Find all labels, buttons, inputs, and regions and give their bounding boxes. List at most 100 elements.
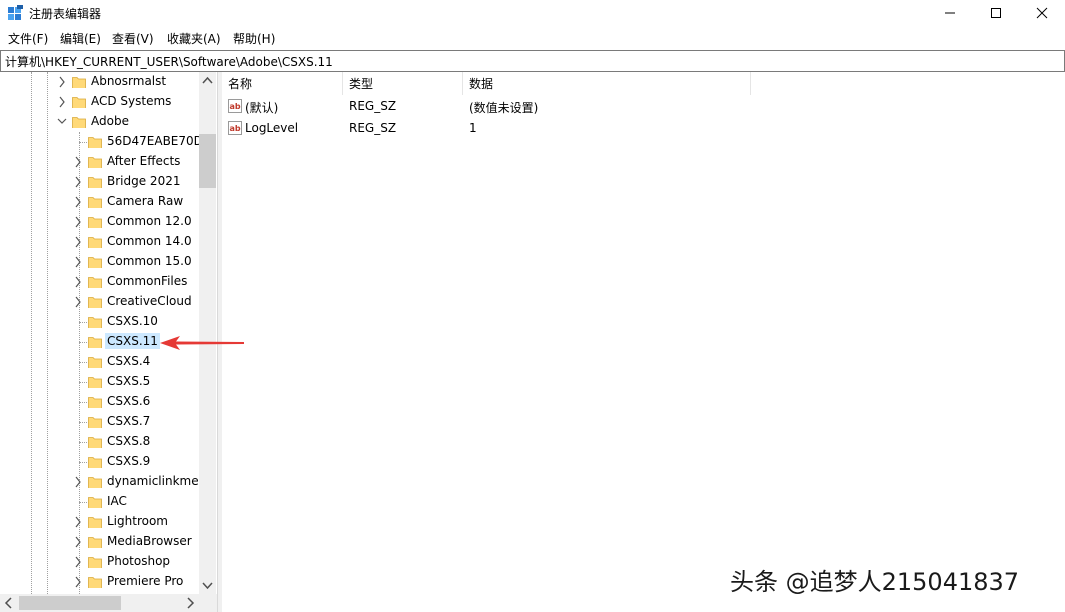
tree-item[interactable]: Camera Raw xyxy=(0,192,200,212)
tree-item-label: Common 14.0 xyxy=(107,234,192,248)
chevron-right-icon[interactable] xyxy=(73,512,83,532)
chevron-right-icon[interactable] xyxy=(73,212,83,232)
tree-item-label: Camera Raw xyxy=(107,194,184,208)
scroll-down-icon[interactable] xyxy=(199,577,216,594)
tree-item[interactable]: After Effects xyxy=(0,152,200,172)
column-header-name-label: 名称 xyxy=(228,77,253,91)
tree-item[interactable]: CommonFiles xyxy=(0,272,200,292)
tree-item-label: 56D47EABE70D xyxy=(107,134,203,148)
tree-item-label: CSXS.6 xyxy=(107,394,151,408)
scroll-left-icon[interactable] xyxy=(0,594,17,612)
tree-item-label: dynamiclinkmec xyxy=(107,474,206,488)
tree-item[interactable]: CSXS.8 xyxy=(0,432,200,452)
tree-item[interactable]: CSXS.4 xyxy=(0,352,200,372)
folder-icon xyxy=(88,557,102,568)
column-header-type-label: 类型 xyxy=(349,77,374,91)
folder-icon xyxy=(88,417,102,428)
chevron-right-icon[interactable] xyxy=(73,152,83,172)
chevron-right-icon[interactable] xyxy=(73,172,83,192)
tree-item-label: CSXS.10 xyxy=(107,314,158,328)
tree-item-label: Adobe xyxy=(91,114,129,128)
tree-item[interactable]: Common 12.0 xyxy=(0,212,200,232)
string-value-icon: ab xyxy=(228,99,242,113)
menu-view[interactable]: 查看(V) xyxy=(112,30,154,47)
table-row[interactable]: ab LogLevel REG_SZ 1 xyxy=(222,118,1065,138)
chevron-right-icon[interactable] xyxy=(57,92,67,112)
tree-item-label: Lightroom xyxy=(107,514,168,528)
tree-item[interactable]: CSXS.5 xyxy=(0,372,200,392)
title-bar: 注册表编辑器 xyxy=(0,0,1065,26)
tree-item[interactable]: Bridge 2021 xyxy=(0,172,200,192)
menu-file[interactable]: 文件(F) xyxy=(8,30,48,47)
vertical-scroll-thumb[interactable] xyxy=(199,134,216,188)
tree-item[interactable]: CreativeCloud xyxy=(0,292,200,312)
table-row[interactable]: ab (默认) REG_SZ (数值未设置) xyxy=(222,96,1065,116)
tree-item[interactable]: Adobe xyxy=(0,112,200,132)
chevron-right-icon[interactable] xyxy=(73,252,83,272)
chevron-right-icon[interactable] xyxy=(73,272,83,292)
tree-horizontal-scrollbar[interactable] xyxy=(0,594,217,612)
scroll-up-icon[interactable] xyxy=(199,72,216,89)
regedit-app-icon xyxy=(8,5,23,20)
tree-item-label: Common 15.0 xyxy=(107,254,192,268)
chevron-right-icon[interactable] xyxy=(73,572,83,592)
tree-item[interactable]: dynamiclinkmec xyxy=(0,472,205,492)
menu-help[interactable]: 帮助(H) xyxy=(233,30,275,47)
tree-item[interactable]: Common 14.0 xyxy=(0,232,200,252)
tree-item[interactable]: 56D47EABE70D xyxy=(0,132,203,152)
scroll-right-icon[interactable] xyxy=(182,594,199,612)
tree-connector xyxy=(79,362,87,363)
minimize-button[interactable] xyxy=(927,0,973,26)
address-path: 计算机\HKEY_CURRENT_USER\Software\Adobe\CSX… xyxy=(5,55,333,69)
svg-text:ab: ab xyxy=(230,124,241,133)
tree-item[interactable]: Abnosrmalst xyxy=(0,72,200,92)
maximize-icon xyxy=(991,8,1001,18)
folder-icon xyxy=(72,77,86,88)
folder-icon xyxy=(88,337,102,348)
folder-icon xyxy=(88,277,102,288)
chevron-right-icon[interactable] xyxy=(57,72,67,92)
tree-connector xyxy=(79,442,87,443)
tree-item[interactable]: Premiere Pro xyxy=(0,572,200,592)
tree-item[interactable]: Lightroom xyxy=(0,512,200,532)
tree-item[interactable]: CSXS.6 xyxy=(0,392,200,412)
chevron-right-icon[interactable] xyxy=(73,192,83,212)
maximize-button[interactable] xyxy=(973,0,1019,26)
value-name: (默认) xyxy=(245,101,279,115)
chevron-right-icon[interactable] xyxy=(73,552,83,572)
chevron-down-icon[interactable] xyxy=(57,112,67,132)
column-header-name[interactable]: 名称 xyxy=(222,72,343,95)
column-header-type[interactable]: 类型 xyxy=(343,72,463,95)
tree-item-label: Common 12.0 xyxy=(107,214,192,228)
tree-item[interactable]: CSXS.10 xyxy=(0,312,200,332)
menu-favorites[interactable]: 收藏夹(A) xyxy=(167,30,221,47)
tree-item[interactable]: MediaBrowser xyxy=(0,532,200,552)
tree-item-label: Abnosrmalst xyxy=(91,74,167,88)
annotation-arrow xyxy=(160,336,244,350)
tree-item-label: CSXS.11 xyxy=(105,333,160,349)
chevron-right-icon[interactable] xyxy=(73,472,83,492)
chevron-right-icon[interactable] xyxy=(73,232,83,252)
chevron-right-icon[interactable] xyxy=(73,292,83,312)
tree-item[interactable]: CSXS.7 xyxy=(0,412,200,432)
address-bar[interactable]: 计算机\HKEY_CURRENT_USER\Software\Adobe\CSX… xyxy=(0,50,1065,72)
tree-item[interactable]: ACD Systems xyxy=(0,92,200,112)
tree-item-label: CSXS.4 xyxy=(107,354,151,368)
column-header-data[interactable]: 数据 xyxy=(463,72,751,95)
values-list-pane[interactable]: 名称 类型 数据 ab (默认) REG_SZ (数值未设置) ab LogLe… xyxy=(222,72,1065,612)
chevron-right-icon[interactable] xyxy=(73,532,83,552)
tree-item-label: CSXS.9 xyxy=(107,454,151,468)
tree-item[interactable]: IAC xyxy=(0,492,200,512)
tree-item[interactable]: Photoshop xyxy=(0,552,200,572)
close-button[interactable] xyxy=(1019,0,1065,26)
minimize-icon xyxy=(945,12,955,14)
folder-icon xyxy=(88,477,102,488)
menu-edit[interactable]: 编辑(E) xyxy=(60,30,101,47)
horizontal-scroll-thumb[interactable] xyxy=(19,596,121,610)
tree-item[interactable]: Common 15.0 xyxy=(0,252,200,272)
column-header-data-label: 数据 xyxy=(469,77,494,91)
folder-icon xyxy=(72,117,86,128)
tree-item-label: CSXS.5 xyxy=(107,374,151,388)
tree-item[interactable]: CSXS.9 xyxy=(0,452,200,472)
folder-icon xyxy=(72,97,86,108)
